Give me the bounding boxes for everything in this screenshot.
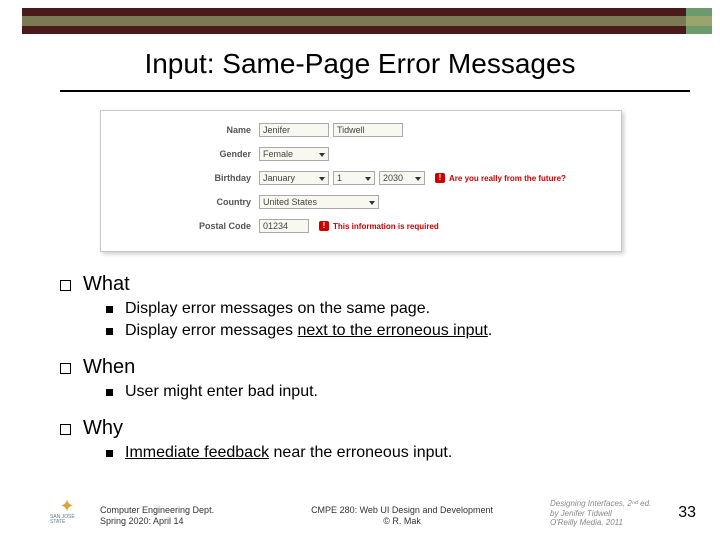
course-line: CMPE 280: Web UI Design and Development (254, 505, 550, 517)
logo-text: SAN JOSÉ STATE (50, 515, 84, 525)
birthday-error-text: Are you really from the future? (449, 174, 566, 183)
birthday-month-select: January (259, 171, 329, 185)
bullet-small-icon (106, 306, 113, 313)
heading-why: Why (60, 417, 680, 440)
footer-reference: Designing Interfaces, 2ⁿᵈ ed. by Jenifer… (550, 499, 690, 528)
course-line: © R. Mak (254, 516, 550, 528)
bullet-small-icon (106, 328, 113, 335)
title-underline (60, 90, 690, 92)
bullet-square-icon (60, 363, 71, 374)
list-item-text: Display error messages next to the erron… (125, 322, 492, 340)
list-item: Display error messages next to the erron… (106, 322, 680, 340)
dept-line: Computer Engineering Dept. (100, 505, 214, 517)
footer: Computer Engineering Dept. Spring 2020: … (100, 499, 690, 528)
postal-input: 01234 (259, 219, 309, 233)
heading-what: What (60, 273, 680, 296)
bullet-small-icon (106, 450, 113, 457)
postal-error: ! This information is required (319, 221, 439, 231)
list-item: Display error messages on the same page. (106, 300, 680, 318)
country-label: Country (101, 197, 259, 207)
alert-icon: ! (435, 173, 445, 183)
gender-label: Gender (101, 149, 259, 159)
content: What Display error messages on the same … (60, 265, 680, 466)
dept-line: Spring 2020: April 14 (100, 516, 214, 528)
postal-error-text: This information is required (333, 222, 439, 231)
name-label: Name (101, 125, 259, 135)
bullet-small-icon (106, 389, 113, 396)
heading-why-text: Why (83, 417, 123, 440)
alert-icon: ! (319, 221, 329, 231)
slide-title: Input: Same-Page Error Messages (0, 48, 720, 80)
list-item-text: Display error messages on the same page. (125, 300, 430, 318)
birthday-day-select: 1 (333, 171, 375, 185)
postal-label: Postal Code (101, 221, 259, 231)
form-example: Name Jenifer Tidwell Gender Female Birth… (100, 110, 622, 252)
gender-select: Female (259, 147, 329, 161)
birthday-error: ! Are you really from the future? (435, 173, 566, 183)
ref-line: by Jenifer Tidwell (550, 509, 690, 519)
heading-when: When (60, 356, 680, 379)
heading-when-text: When (83, 356, 135, 379)
birthday-year-select: 2030 (379, 171, 425, 185)
list-item: User might enter bad input. (106, 383, 680, 401)
page-number: 33 (678, 504, 696, 522)
ref-line: Designing Interfaces, 2ⁿᵈ ed. (550, 499, 690, 509)
footer-left: Computer Engineering Dept. Spring 2020: … (100, 505, 214, 528)
decorative-bars (22, 8, 712, 34)
list-item-text: User might enter bad input. (125, 383, 318, 401)
ref-line: O'Reilly Media, 2011 (550, 518, 690, 528)
heading-what-text: What (83, 273, 130, 296)
bullet-square-icon (60, 424, 71, 435)
list-item-text: Immediate feedback near the erroneous in… (125, 444, 452, 462)
university-logo: ✦ SAN JOSÉ STATE (50, 494, 84, 528)
bullet-square-icon (60, 280, 71, 291)
star-icon: ✦ (59, 497, 74, 515)
country-select: United States (259, 195, 379, 209)
list-item: Immediate feedback near the erroneous in… (106, 444, 680, 462)
slide: Input: Same-Page Error Messages Name Jen… (0, 0, 720, 540)
last-name-input: Tidwell (333, 123, 403, 137)
footer-center: CMPE 280: Web UI Design and Development … (254, 505, 550, 528)
first-name-input: Jenifer (259, 123, 329, 137)
birthday-label: Birthday (101, 173, 259, 183)
